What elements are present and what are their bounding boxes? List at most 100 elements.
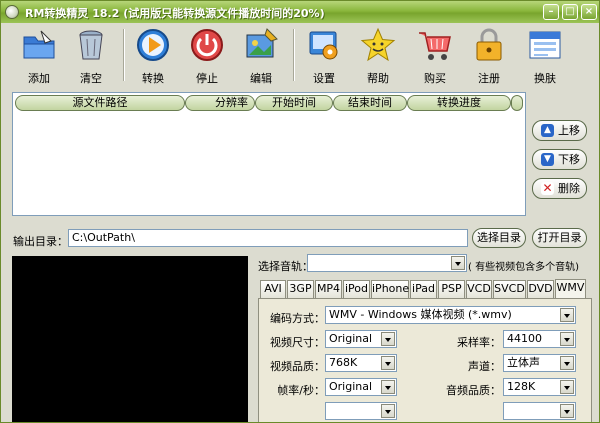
- dropdown-arrow-icon[interactable]: [560, 380, 574, 394]
- stop-button[interactable]: 停止: [181, 23, 233, 87]
- audio-track-label: 选择音轨：: [258, 260, 313, 273]
- audio-quality-label: 音频品质：: [446, 384, 501, 397]
- minimize-button[interactable]: –: [543, 4, 559, 20]
- delete-x-icon: ✕: [541, 181, 554, 195]
- close-button[interactable]: ×: [581, 4, 597, 20]
- convert-button[interactable]: 转换: [127, 23, 179, 87]
- tab-ipod[interactable]: iPod: [343, 280, 370, 298]
- encoding-select[interactable]: WMV - Windows 媒体视频 (*.wmv): [325, 306, 576, 324]
- stop-label: 停止: [196, 72, 218, 85]
- column-header-filler: [511, 95, 523, 111]
- toolbar-separator: [123, 29, 125, 81]
- video-size-label: 视频尺寸：: [270, 336, 325, 349]
- title-bar[interactable]: RM转换精灵 18.2 (试用版只能转换源文件播放时间的20%) – □ ×: [1, 1, 599, 23]
- video-size-value: Original: [329, 332, 373, 345]
- audio-quality-select[interactable]: 128K: [503, 378, 576, 396]
- dropdown-arrow-icon[interactable]: [560, 332, 574, 346]
- register-button[interactable]: 注册: [463, 23, 515, 87]
- app-window: RM转换精灵 18.2 (试用版只能转换源文件播放时间的20%) – □ × 添…: [0, 0, 600, 423]
- window-title: RM转换精灵 18.2 (试用版只能转换源文件播放时间的20%): [25, 7, 325, 20]
- tab-3gp[interactable]: 3GP: [287, 280, 314, 298]
- add-button[interactable]: 添加: [13, 23, 65, 87]
- tab-dvd[interactable]: DVD: [527, 280, 554, 298]
- dropdown-arrow-icon[interactable]: [381, 380, 395, 394]
- folder-add-icon: [23, 30, 55, 59]
- format-tabs: AVI 3GP MP4 iPod iPhone iPad PSP VCD SVC…: [258, 279, 592, 298]
- audio-quality-value: 128K: [507, 380, 536, 393]
- maximize-button[interactable]: □: [562, 4, 578, 20]
- move-down-label: 下移: [558, 153, 580, 166]
- audio-track-hint: ( 有些视频包含多个音轨): [468, 262, 579, 273]
- shopping-cart-icon: [419, 32, 451, 60]
- column-header-start-time[interactable]: 开始时间: [255, 95, 333, 111]
- window-skin-icon: [529, 31, 561, 59]
- video-quality-select[interactable]: 768K: [325, 354, 397, 372]
- move-up-button[interactable]: ▲ 上移: [532, 120, 587, 141]
- buy-label: 购买: [424, 72, 446, 85]
- power-icon: [191, 29, 223, 61]
- trash-icon: [79, 30, 103, 60]
- skin-button[interactable]: 换肤: [519, 23, 571, 87]
- output-dir-input[interactable]: C:\OutPath\: [68, 229, 468, 247]
- encoding-value: WMV - Windows 媒体视频 (*.wmv): [329, 308, 512, 321]
- lock-icon: [476, 28, 502, 61]
- tab-psp[interactable]: PSP: [438, 280, 465, 298]
- video-quality-value: 768K: [329, 356, 358, 369]
- video-preview: [12, 256, 248, 422]
- move-up-label: 上移: [558, 124, 580, 137]
- tab-wmv[interactable]: WMV: [555, 279, 586, 298]
- column-header-progress[interactable]: 转换进度: [407, 95, 511, 111]
- toolbar-separator: [293, 29, 295, 81]
- tab-avi[interactable]: AVI: [260, 280, 286, 298]
- sample-rate-label: 采样率：: [457, 336, 501, 349]
- skin-label: 换肤: [534, 72, 556, 85]
- tab-svcd[interactable]: SVCD: [493, 280, 526, 298]
- edit-video-icon: [246, 28, 278, 58]
- dropdown-arrow-icon[interactable]: [451, 256, 465, 270]
- dropdown-arrow-icon[interactable]: [560, 404, 574, 418]
- extra-select-right[interactable]: [503, 402, 576, 420]
- delete-label: 删除: [558, 182, 580, 195]
- app-icon: [5, 5, 19, 19]
- column-header-source-path[interactable]: 源文件路径: [15, 95, 185, 111]
- sample-rate-select[interactable]: 44100: [503, 330, 576, 348]
- delete-button[interactable]: ✕ 删除: [532, 178, 587, 199]
- channel-select[interactable]: 立体声: [503, 354, 576, 372]
- file-list[interactable]: 源文件路径 分辨率 开始时间 结束时间 转换进度: [12, 92, 526, 216]
- settings-button[interactable]: 设置: [298, 23, 350, 87]
- tab-vcd[interactable]: VCD: [466, 280, 492, 298]
- dropdown-arrow-icon[interactable]: [381, 332, 395, 346]
- dropdown-arrow-icon[interactable]: [560, 308, 574, 322]
- sample-rate-value: 44100: [507, 332, 542, 345]
- dropdown-arrow-icon[interactable]: [381, 356, 395, 370]
- open-dir-button[interactable]: 打开目录: [532, 228, 587, 248]
- move-down-button[interactable]: ▼ 下移: [532, 149, 587, 170]
- video-size-select[interactable]: Original: [325, 330, 397, 348]
- clear-label: 清空: [80, 72, 102, 85]
- extra-select-left[interactable]: [325, 402, 397, 420]
- star-help-icon: [360, 27, 396, 62]
- settings-label: 设置: [313, 72, 335, 85]
- fps-value: Original: [329, 380, 373, 393]
- choose-dir-button[interactable]: 选择目录: [472, 228, 526, 248]
- help-label: 帮助: [367, 72, 389, 85]
- column-header-resolution[interactable]: 分辨率: [185, 95, 255, 111]
- toolbar: 添加 清空 转换 停止 编辑 设置 帮助 购买 注册 换肤: [1, 23, 599, 87]
- edit-button[interactable]: 编辑: [235, 23, 287, 87]
- add-label: 添加: [28, 72, 50, 85]
- audio-track-select[interactable]: [307, 254, 467, 272]
- dropdown-arrow-icon[interactable]: [560, 356, 574, 370]
- column-header-end-time[interactable]: 结束时间: [333, 95, 407, 111]
- dropdown-arrow-icon[interactable]: [381, 404, 395, 418]
- chevron-up-icon: ▲: [541, 124, 554, 137]
- register-label: 注册: [478, 72, 500, 85]
- output-dir-label: 输出目录：: [13, 235, 68, 248]
- channel-value: 立体声: [507, 356, 540, 369]
- tab-ipad[interactable]: iPad: [410, 280, 437, 298]
- help-button[interactable]: 帮助: [352, 23, 404, 87]
- tab-mp4[interactable]: MP4: [315, 280, 342, 298]
- buy-button[interactable]: 购买: [409, 23, 461, 87]
- tab-iphone[interactable]: iPhone: [371, 280, 409, 298]
- clear-button[interactable]: 清空: [65, 23, 117, 87]
- fps-select[interactable]: Original: [325, 378, 397, 396]
